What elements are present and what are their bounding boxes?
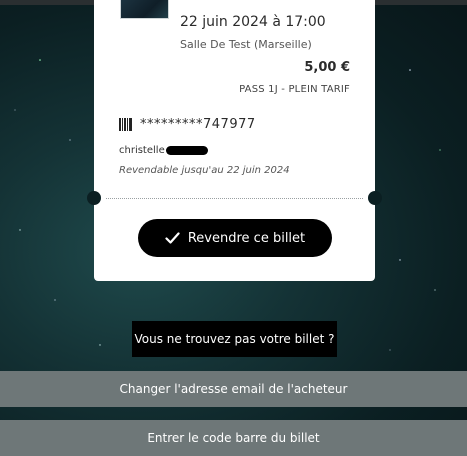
ticket-card: 22 juin 2024 à 17:00 Salle De Test (Mars… [87, 0, 382, 281]
ticket-notch-left [87, 191, 101, 205]
ticket-notch-right [368, 191, 382, 205]
ticket-owner: christelle [119, 145, 208, 156]
ticket-price: 5,00 € [304, 60, 350, 75]
ticket-barcode: *********747977 [140, 117, 256, 132]
event-date-time: 22 juin 2024 à 17:00 [180, 14, 326, 30]
ticket-rate: PASS 1J - PLEIN TARIF [239, 84, 350, 95]
change-buyer-email-button[interactable]: Changer l'adresse email de l'acheteur [0, 371, 467, 407]
resell-ticket-button[interactable]: Revendre ce billet [138, 219, 332, 257]
owner-name: christelle [119, 145, 165, 156]
ticket-not-found-button[interactable]: Vous ne trouvez pas votre billet ? [132, 321, 337, 357]
enter-barcode-button[interactable]: Entrer le code barre du billet [0, 420, 467, 456]
resell-ticket-label: Revendre ce billet [187, 230, 306, 246]
ticket-perforation [106, 198, 363, 199]
barcode-icon [119, 118, 132, 131]
event-venue: Salle De Test (Marseille) [180, 38, 312, 51]
redacted-surname [165, 145, 208, 155]
event-thumbnail [120, 0, 169, 19]
check-icon [165, 232, 180, 244]
resale-deadline: Revendable jusqu'au 22 juin 2024 [119, 165, 290, 176]
